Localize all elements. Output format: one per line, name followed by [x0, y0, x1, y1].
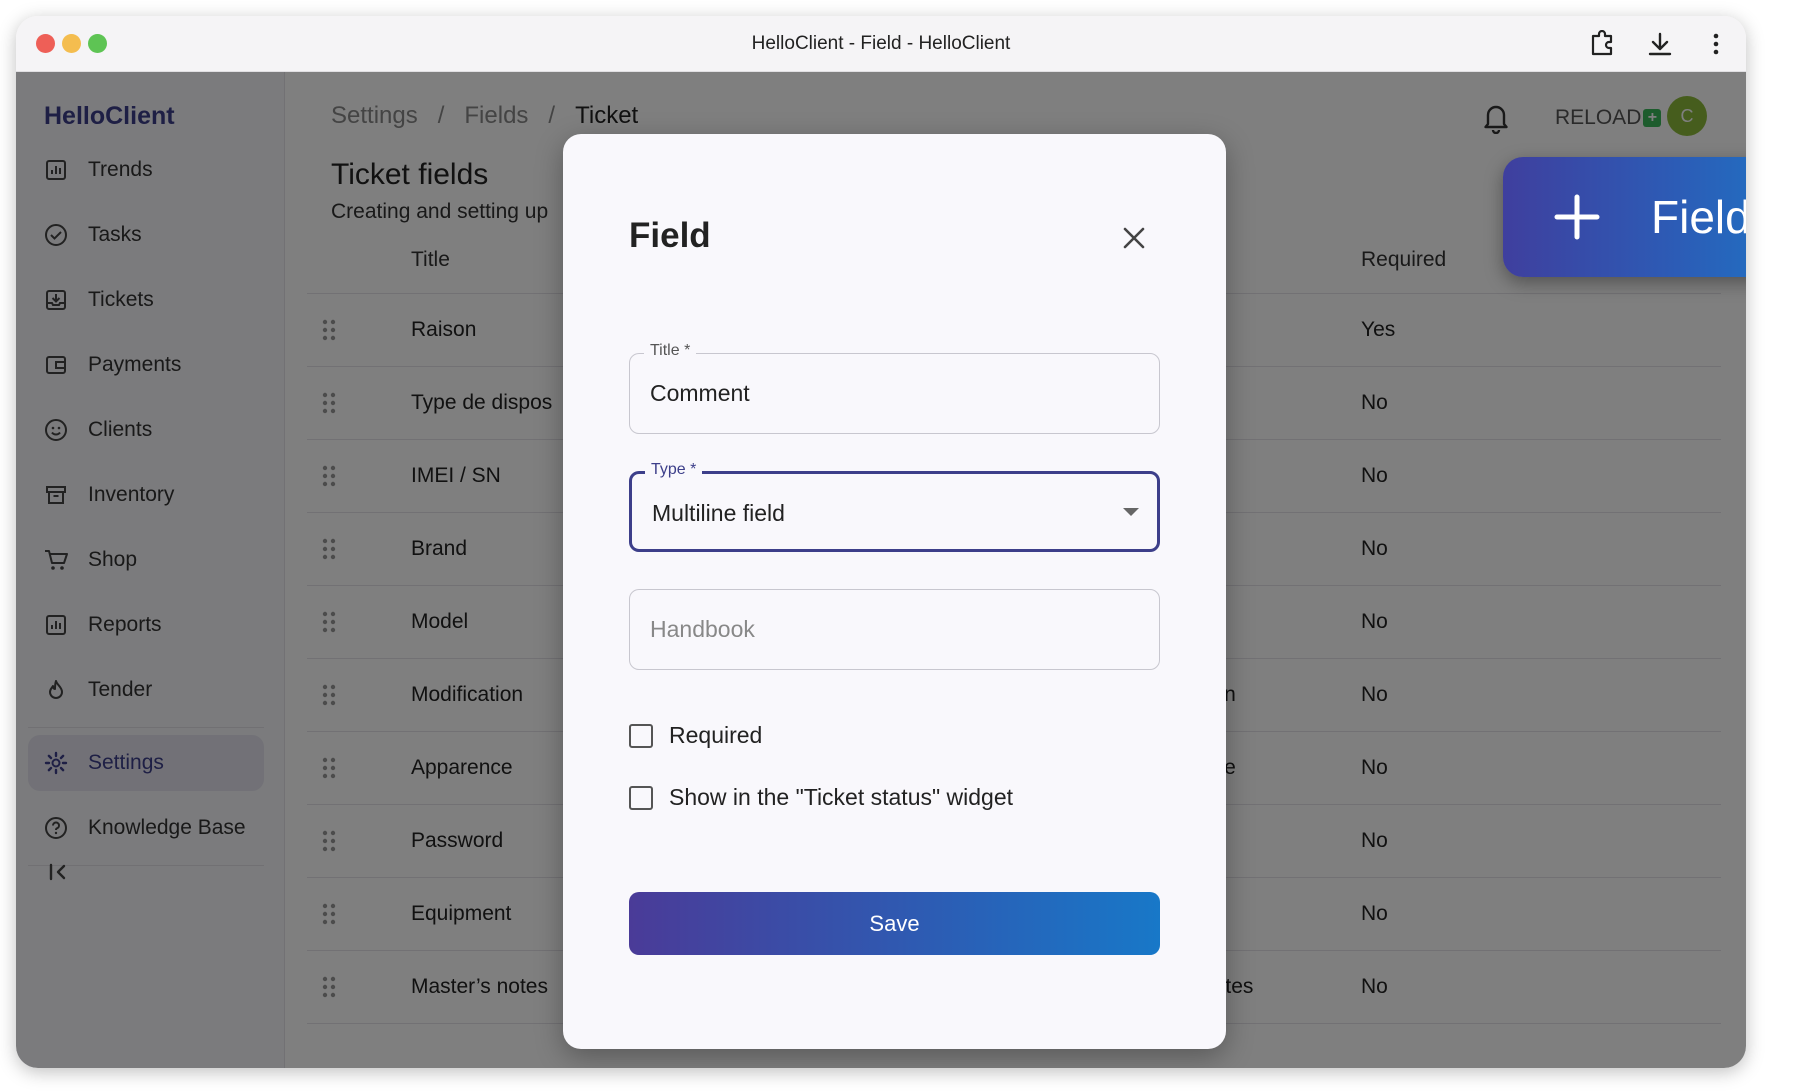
widget-checkbox[interactable] — [629, 785, 653, 810]
type-select[interactable]: Type * Multiline field — [629, 461, 1160, 552]
window-title: HelloClient - Field - HelloClient — [751, 33, 1011, 54]
add-field-label: Field — [1651, 191, 1746, 243]
dialog-title: Field — [629, 216, 711, 255]
widget-checkbox-row[interactable]: Show in the "Ticket status" widget — [629, 784, 1013, 811]
extension-icon[interactable] — [1588, 30, 1616, 58]
required-checkbox[interactable] — [629, 723, 653, 748]
more-vert-icon[interactable] — [1702, 30, 1730, 58]
close-icon[interactable] — [1118, 222, 1150, 254]
handbook-placeholder: Handbook — [650, 616, 755, 642]
field-dialog: Field Title * Comment Type * Multiline f… — [563, 134, 1226, 1049]
required-checkbox-row[interactable]: Required — [629, 722, 762, 749]
caret-down-icon — [1123, 508, 1139, 516]
handbook-select[interactable]: Handbook — [629, 589, 1160, 670]
title-field-value: Comment — [650, 380, 750, 406]
save-button[interactable]: Save — [629, 892, 1160, 955]
title-field[interactable]: Title * Comment — [629, 342, 1160, 434]
type-select-value: Multiline field — [652, 500, 785, 526]
title-bar: HelloClient - Field - HelloClient — [16, 16, 1746, 72]
add-field-button[interactable]: Field — [1503, 157, 1746, 277]
download-icon[interactable] — [1646, 30, 1674, 58]
plus-icon — [1554, 194, 1600, 240]
widget-checkbox-label: Show in the "Ticket status" widget — [669, 784, 1014, 810]
required-checkbox-label: Required — [669, 722, 763, 748]
browser-window: HelloClient - Field - HelloClient HelloC… — [16, 16, 1746, 1068]
